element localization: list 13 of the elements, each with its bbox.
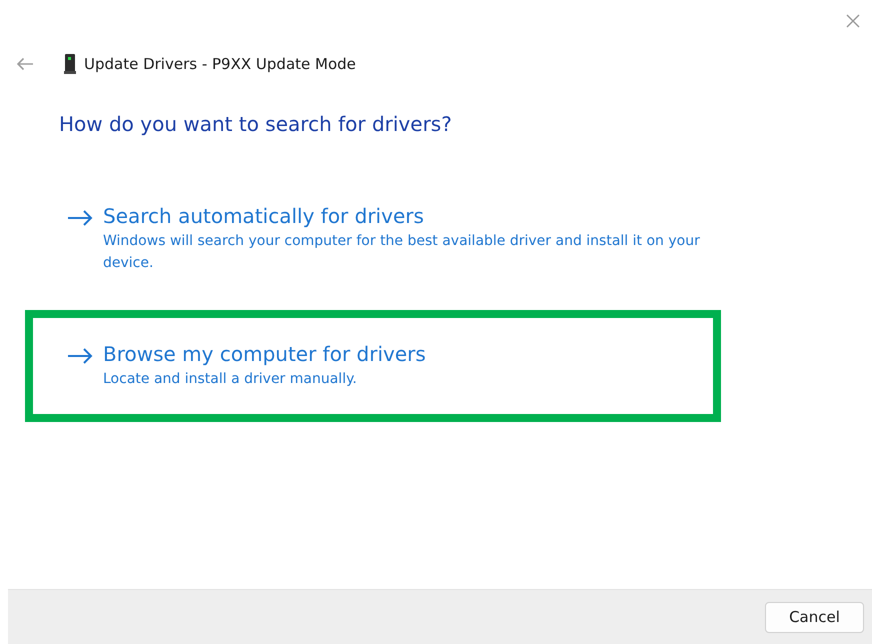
device-icon	[64, 54, 76, 74]
cancel-button[interactable]: Cancel	[765, 602, 864, 632]
option-title: Search automatically for drivers	[103, 203, 425, 230]
arrow-icon	[67, 348, 93, 364]
option-description: Locate and install a driver manually.	[103, 370, 358, 389]
driver-option[interactable]: Browse my computer for drivers Locate and install a driver manually.	[25, 310, 721, 422]
back-icon	[16, 57, 34, 71]
option-description: Windows will search your computer for the best available driver and install it on your device.	[103, 232, 701, 273]
close-icon	[846, 14, 860, 28]
option-title: Browse my computer for drivers	[103, 341, 427, 368]
question-heading: How do you want to search for drivers?	[59, 112, 453, 136]
arrow-icon	[67, 210, 93, 226]
window-title: Update Drivers - P9XX Update Mode	[84, 55, 356, 73]
